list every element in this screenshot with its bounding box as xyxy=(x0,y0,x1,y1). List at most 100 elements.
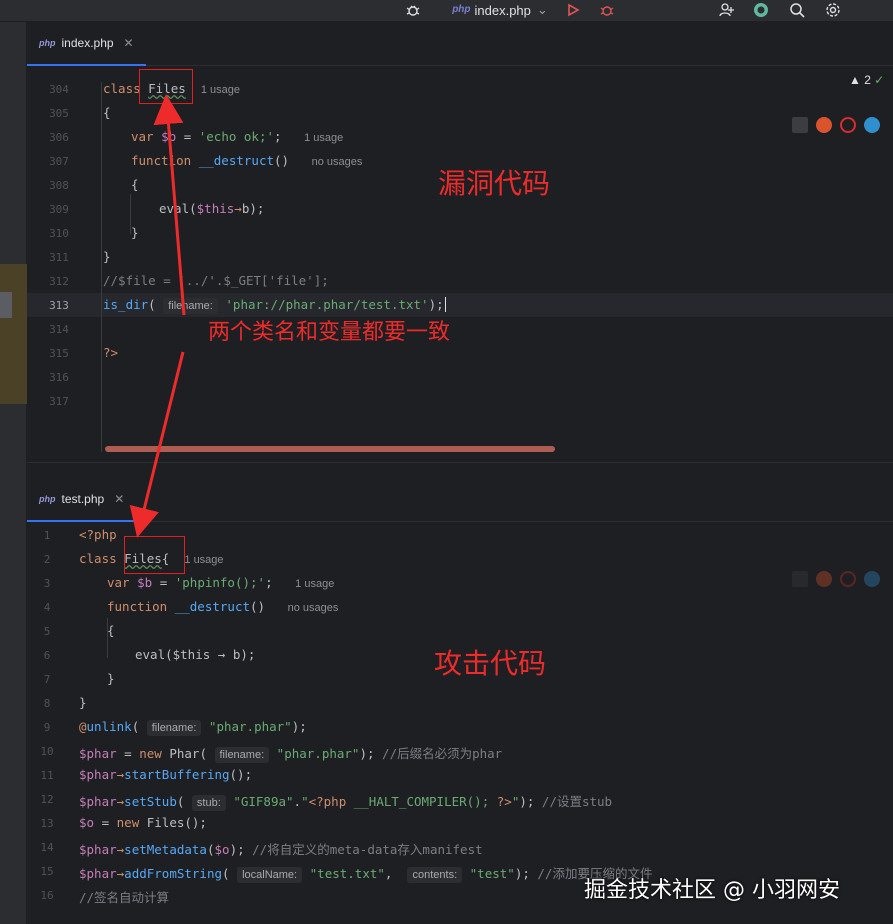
line-number: 308 xyxy=(49,179,69,192)
debug-icon[interactable] xyxy=(400,0,426,20)
code-line-315[interactable]: ?> xyxy=(103,345,118,360)
warning-icon: ▲ xyxy=(849,73,861,87)
check-icon: ✓ xyxy=(874,73,885,87)
code-line-14[interactable]: $phar→setMetadata($o); //将自定义的meta-data存… xyxy=(79,839,483,858)
tab-label: test.php xyxy=(61,492,105,506)
changes-highlight xyxy=(0,264,27,404)
warning-count: 2 xyxy=(864,73,871,87)
line-number: 14 xyxy=(40,841,54,854)
left-tool-strip xyxy=(0,22,27,924)
line-number: 5 xyxy=(43,625,51,638)
code-line-10[interactable]: $phar = new Phar( filename: "phar.phar")… xyxy=(79,743,502,763)
close-icon[interactable]: ✕ xyxy=(124,36,134,50)
line-number: 8 xyxy=(43,697,51,710)
line-number: 307 xyxy=(49,155,69,168)
line-number: 316 xyxy=(49,371,69,384)
line-number: 313 xyxy=(49,299,69,312)
code-line-12[interactable]: $phar→setStub( stub: "GIF89a"."<?php __H… xyxy=(79,791,612,811)
line-number: 3 xyxy=(43,577,51,590)
class-name-highlight-box xyxy=(124,536,185,574)
edge-icon[interactable] xyxy=(864,117,880,133)
inspection-widget[interactable]: ▲ 2 ✓ xyxy=(849,73,884,87)
watermark: 掘金技术社区 @ 小羽网安 xyxy=(584,878,840,903)
code-line-309[interactable]: eval($this→b); xyxy=(159,201,264,216)
line-number: 16 xyxy=(40,889,54,902)
gear-icon[interactable] xyxy=(822,0,844,20)
code-line-13[interactable]: $o = new Files(); xyxy=(79,815,207,830)
line-number: 7 xyxy=(43,673,51,686)
debug-run-icon[interactable] xyxy=(596,0,618,20)
code-line-8[interactable]: } xyxy=(79,695,87,710)
line-number: 13 xyxy=(40,817,54,830)
php-file-icon: php xyxy=(39,38,56,48)
consistency-note-label: 两个类名和变量都要一致 xyxy=(208,320,451,345)
search-icon[interactable] xyxy=(786,0,808,20)
line-number: 314 xyxy=(49,323,69,336)
line-number: 305 xyxy=(49,107,69,120)
php-file-icon: php xyxy=(39,494,56,504)
php-file-icon: php xyxy=(452,4,471,15)
line-number: 304 xyxy=(49,83,69,96)
phpstorm-icon[interactable] xyxy=(792,571,808,587)
editor-splitter[interactable] xyxy=(27,462,893,478)
browser-preview-icons xyxy=(792,571,880,587)
line-number: 15 xyxy=(40,865,54,878)
opera-icon[interactable] xyxy=(840,117,856,133)
tab-index-php[interactable]: php index.php ✕ xyxy=(27,22,146,66)
phpstorm-icon[interactable] xyxy=(792,117,808,133)
tab-bar-bottom: php test.php ✕ xyxy=(27,478,893,522)
edge-icon[interactable] xyxy=(864,571,880,587)
vulnerable-code-label: 漏洞代码 xyxy=(438,167,551,200)
line-number: 309 xyxy=(49,203,69,216)
text-cursor xyxy=(444,297,446,312)
run-config-selector[interactable]: php index.php ⌄ xyxy=(450,0,550,20)
line-number: 311 xyxy=(49,251,69,264)
code-line-7[interactable]: } xyxy=(107,671,115,686)
tab-test-php[interactable]: php test.php ✕ xyxy=(27,478,137,522)
code-line-312[interactable]: //$file = '../'.$_GET['file']; xyxy=(103,273,329,288)
line-number: 11 xyxy=(40,769,54,782)
line-number: 10 xyxy=(40,745,54,758)
code-line-307[interactable]: function __destruct() no usages xyxy=(131,153,362,168)
tab-label: index.php xyxy=(61,36,114,50)
run-icon[interactable] xyxy=(562,0,584,20)
run-config-label: index.php xyxy=(474,2,531,18)
code-line-3[interactable]: var $b = 'phpinfo();'; 1 usage xyxy=(107,575,334,590)
ai-assistant-icon[interactable] xyxy=(750,0,772,20)
code-line-308[interactable]: { xyxy=(131,177,139,192)
code-line-15[interactable]: $phar→addFromString( localName: "test.tx… xyxy=(79,863,652,883)
line-number: 4 xyxy=(43,601,51,614)
indent-guide xyxy=(101,82,102,452)
close-icon[interactable]: ✕ xyxy=(114,492,124,506)
code-line-1[interactable]: <?php xyxy=(79,527,117,542)
horizontal-scrollbar[interactable] xyxy=(105,446,555,452)
code-line-11[interactable]: $phar→startBuffering(); xyxy=(79,767,252,782)
firefox-icon[interactable] xyxy=(816,117,832,133)
line-number: 6 xyxy=(43,649,51,662)
chevron-down-icon: ⌄ xyxy=(536,2,548,17)
browser-preview-icons xyxy=(792,117,880,133)
line-number: 317 xyxy=(49,395,69,408)
code-line-16[interactable]: //签名自动计算 xyxy=(79,887,169,906)
code-line-311[interactable]: } xyxy=(103,249,111,264)
add-user-icon[interactable] xyxy=(716,0,738,20)
code-line-6[interactable]: eval($this → b); xyxy=(135,647,255,662)
main-toolbar: php index.php ⌄ xyxy=(0,0,893,22)
code-line-310[interactable]: } xyxy=(131,225,139,240)
line-number: 315 xyxy=(49,347,69,360)
line-number: 310 xyxy=(49,227,69,240)
code-line-5[interactable]: { xyxy=(107,623,115,638)
code-line-306[interactable]: var $b = 'echo ok;'; 1 usage xyxy=(131,129,343,144)
code-line-313[interactable]: is_dir( filename: 'phar://phar.phar/test… xyxy=(103,297,446,314)
class-name-highlight-box xyxy=(139,69,193,104)
code-line-305[interactable]: { xyxy=(103,105,111,120)
line-number: 9 xyxy=(43,721,51,734)
tab-bar-top: php index.php ✕ xyxy=(27,22,893,66)
firefox-icon[interactable] xyxy=(816,571,832,587)
code-line-4[interactable]: function __destruct() no usages xyxy=(107,599,338,614)
opera-icon[interactable] xyxy=(840,571,856,587)
line-number: 1 xyxy=(43,529,51,542)
line-number: 306 xyxy=(49,131,69,144)
code-line-9[interactable]: @unlink( filename: "phar.phar"); xyxy=(79,719,307,736)
line-number: 12 xyxy=(40,793,54,806)
